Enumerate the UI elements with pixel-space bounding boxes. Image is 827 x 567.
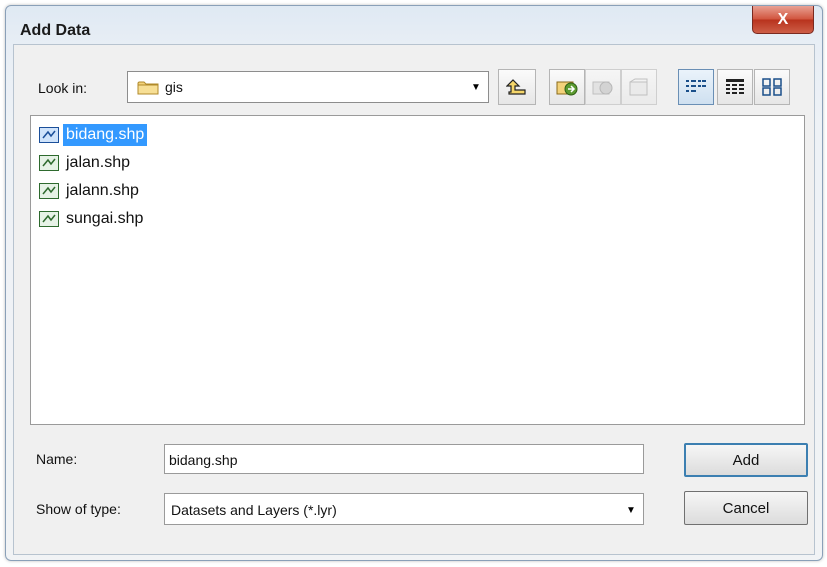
list-view-button[interactable] — [678, 69, 714, 105]
dialog-title: Add Data — [20, 22, 91, 39]
disconnect-folder-button[interactable] — [585, 69, 621, 105]
add-data-dialog: Add Data X Look in: gis ▼ bidang.shp jal… — [5, 5, 823, 561]
look-in-value: gis — [165, 79, 183, 95]
new-folder-icon — [629, 78, 648, 96]
up-one-level-icon — [506, 79, 526, 95]
file-item[interactable]: sungai.shp — [39, 206, 146, 232]
dialog-body: Look in: gis ▼ bidang.shp jalan.shp jala… — [13, 44, 815, 555]
shapefile-icon — [39, 155, 59, 171]
add-button[interactable]: Add — [684, 443, 808, 477]
name-label: Name: — [36, 451, 78, 467]
details-view-icon — [726, 79, 744, 94]
close-button[interactable]: X — [752, 6, 814, 34]
connect-to-folder-button[interactable] — [549, 69, 585, 105]
cancel-button[interactable]: Cancel — [684, 491, 808, 525]
look-in-dropdown[interactable]: gis ▼ — [127, 71, 489, 103]
show-of-type-dropdown[interactable]: Datasets and Layers (*.lyr) ▼ — [164, 493, 644, 525]
show-of-type-value: Datasets and Layers (*.lyr) — [171, 502, 337, 518]
file-item[interactable]: jalan.shp — [39, 150, 133, 176]
chevron-down-icon[interactable]: ▼ — [621, 498, 641, 522]
show-of-type-label: Show of type: — [36, 501, 121, 517]
chevron-down-icon[interactable]: ▼ — [466, 75, 486, 99]
close-icon: X — [777, 10, 789, 28]
shapefile-icon — [39, 183, 59, 199]
connect-to-folder-icon — [556, 81, 578, 96]
file-list[interactable]: bidang.shp jalan.shp jalann.shp sungai.s… — [30, 115, 805, 425]
disconnect-folder-icon — [592, 81, 613, 95]
file-name: jalann.shp — [66, 182, 139, 199]
up-one-level-button[interactable] — [498, 69, 536, 105]
file-name: sungai.shp — [66, 210, 144, 227]
new-folder-button[interactable] — [621, 69, 657, 105]
file-item[interactable]: jalann.shp — [39, 178, 142, 204]
name-input[interactable]: bidang.shp — [164, 444, 644, 474]
thumbnails-view-button[interactable] — [754, 69, 790, 105]
file-name: bidang.shp — [63, 124, 148, 146]
shapefile-icon — [39, 211, 59, 227]
list-view-icon — [686, 80, 706, 92]
folder-icon — [137, 81, 159, 95]
thumbnails-view-icon — [762, 78, 782, 96]
file-item[interactable]: bidang.shp — [39, 122, 148, 148]
look-in-label: Look in: — [38, 80, 88, 96]
file-name: jalan.shp — [66, 154, 131, 171]
details-view-button[interactable] — [717, 69, 753, 105]
shapefile-icon — [39, 127, 59, 143]
